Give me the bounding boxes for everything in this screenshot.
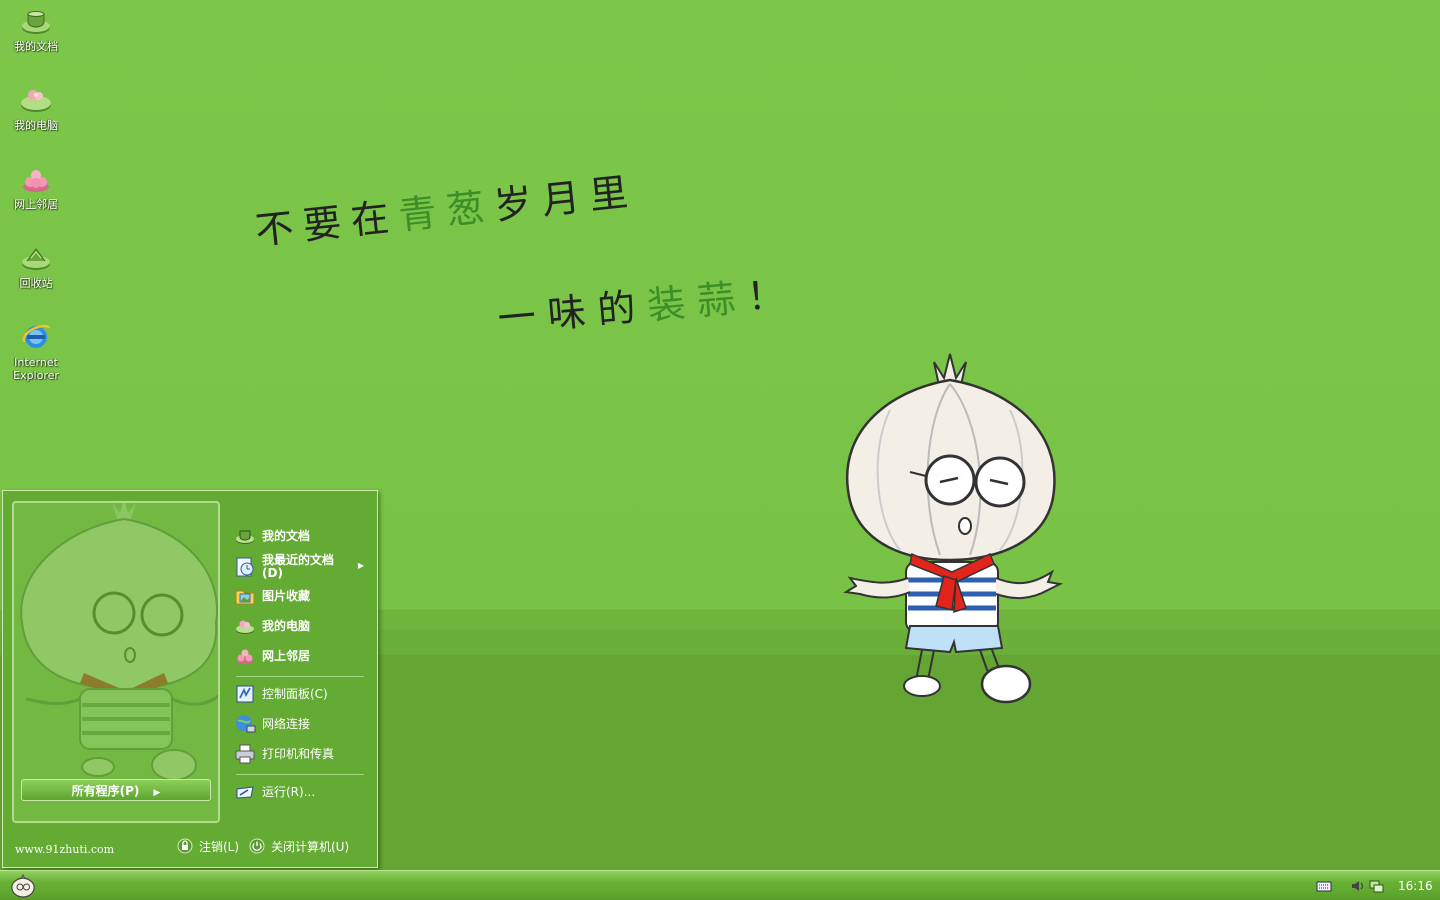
- desktop-icon-label: 回收站: [19, 277, 53, 290]
- logoff-label: 注销(L): [199, 839, 240, 854]
- start-item-label: 运行(R)...: [262, 784, 316, 799]
- desktop-icon-network-places[interactable]: 网上邻居: [0, 162, 72, 211]
- desktop-icon-label: 我的文档: [14, 40, 58, 53]
- desktop-icon-label: 网上邻居: [14, 198, 58, 211]
- recent-documents-icon: [236, 557, 254, 577]
- my-documents-icon: [236, 530, 254, 544]
- power-icon: [249, 838, 265, 854]
- desktop-icon-recycle-bin[interactable]: 回收站: [0, 241, 72, 290]
- system-tray: 16:16: [1310, 871, 1440, 900]
- shutdown-label: 关闭计算机(U): [271, 839, 350, 854]
- start-item-label: 控制面板(C): [262, 686, 328, 701]
- desktop-icon-label: 我的电脑: [14, 119, 58, 132]
- network-places-icon: [237, 649, 253, 664]
- start-item-label: 打印机和传真: [262, 746, 335, 761]
- slogan-text: 岁月里: [491, 169, 640, 228]
- start-item-label: 我的电脑: [262, 618, 311, 633]
- start-item-label: 网上邻居: [262, 648, 311, 663]
- user-picture-garlic-icon: [20, 503, 218, 781]
- menu-separator: [236, 676, 364, 677]
- keyboard-icon[interactable]: [1316, 878, 1332, 894]
- start-item-network-places[interactable]: 网上邻居: [234, 643, 364, 669]
- garlic-mascot-illustration: [843, 353, 1064, 704]
- taskbar: 16:16: [0, 870, 1440, 900]
- start-item-printers-faxes[interactable]: 打印机和传真: [234, 741, 364, 767]
- start-button-garlic-icon[interactable]: [8, 873, 38, 899]
- start-item-network-connections[interactable]: 网络连接: [234, 711, 364, 737]
- all-programs-label: 所有程序(P): [71, 784, 140, 798]
- start-item-my-documents[interactable]: 我的文档: [234, 523, 364, 549]
- start-item-label: 我的文档: [262, 528, 311, 543]
- menu-separator: [236, 774, 364, 775]
- logoff-button[interactable]: 注销(L): [177, 837, 239, 855]
- lock-icon: [177, 838, 193, 854]
- start-item-my-pictures[interactable]: 图片收藏: [234, 583, 364, 609]
- my-computer-icon: [236, 620, 254, 634]
- network-places-icon: [23, 170, 49, 192]
- run-icon: [236, 786, 254, 799]
- start-menu[interactable]: 所有程序(P) ▶ 我的文档 我最近的文档(D) ▶ 图片收藏 我的电脑 网上邻…: [2, 490, 378, 868]
- arrow-right-icon: ▶: [153, 788, 161, 798]
- desktop-icon-my-computer[interactable]: 我的电脑: [0, 83, 72, 132]
- start-menu-footer: www.91zhuti.com 注销(L) 关闭计算机(U): [3, 831, 379, 861]
- my-documents-icon: [22, 11, 50, 34]
- desktop-icon-internet-explorer[interactable]: Internet Explorer: [0, 320, 72, 382]
- start-item-control-panel[interactable]: 控制面板(C): [234, 681, 364, 707]
- wallpaper-slogan-line2: 一味的装蒜！: [495, 262, 799, 343]
- shutdown-button[interactable]: 关闭计算机(U): [249, 837, 349, 855]
- slogan-text: 一味的: [495, 284, 650, 342]
- start-menu-user-pane: 所有程序(P) ▶: [12, 501, 220, 823]
- slogan-highlight: 青葱: [396, 184, 497, 238]
- submenu-arrow-icon: ▶: [357, 561, 364, 570]
- start-item-label: 我最近的文档(D): [262, 553, 335, 580]
- taskbar-clock[interactable]: 16:16: [1398, 879, 1433, 893]
- slogan-text: ！: [745, 271, 799, 320]
- start-item-label: 图片收藏: [262, 588, 311, 603]
- start-item-run[interactable]: 运行(R)...: [234, 779, 364, 805]
- start-item-my-computer[interactable]: 我的电脑: [234, 613, 364, 639]
- slogan-highlight: 装蒜: [645, 275, 749, 328]
- wallpaper-slogan-line1: 不要在青葱岁月里: [252, 160, 640, 255]
- internet-explorer-icon: [22, 324, 51, 348]
- recycle-bin-icon: [22, 248, 50, 270]
- all-programs-button[interactable]: 所有程序(P) ▶: [21, 779, 211, 801]
- volume-icon[interactable]: [1350, 878, 1366, 894]
- start-item-recent-documents[interactable]: 我最近的文档(D) ▶: [234, 553, 364, 581]
- site-watermark-text: www.91zhuti.com: [15, 843, 115, 856]
- desktop-icon-my-documents[interactable]: 我的文档: [0, 4, 72, 53]
- desktop-icon-label: Internet Explorer: [13, 356, 59, 382]
- my-pictures-icon: [235, 590, 255, 605]
- network-connections-icon: [236, 715, 256, 733]
- control-panel-icon: [236, 685, 254, 703]
- start-item-label: 网络连接: [262, 716, 311, 731]
- slogan-text: 不要在: [253, 194, 402, 254]
- printer-icon: [235, 744, 255, 764]
- my-computer-icon: [21, 90, 51, 112]
- network-status-icon[interactable]: [1368, 878, 1384, 894]
